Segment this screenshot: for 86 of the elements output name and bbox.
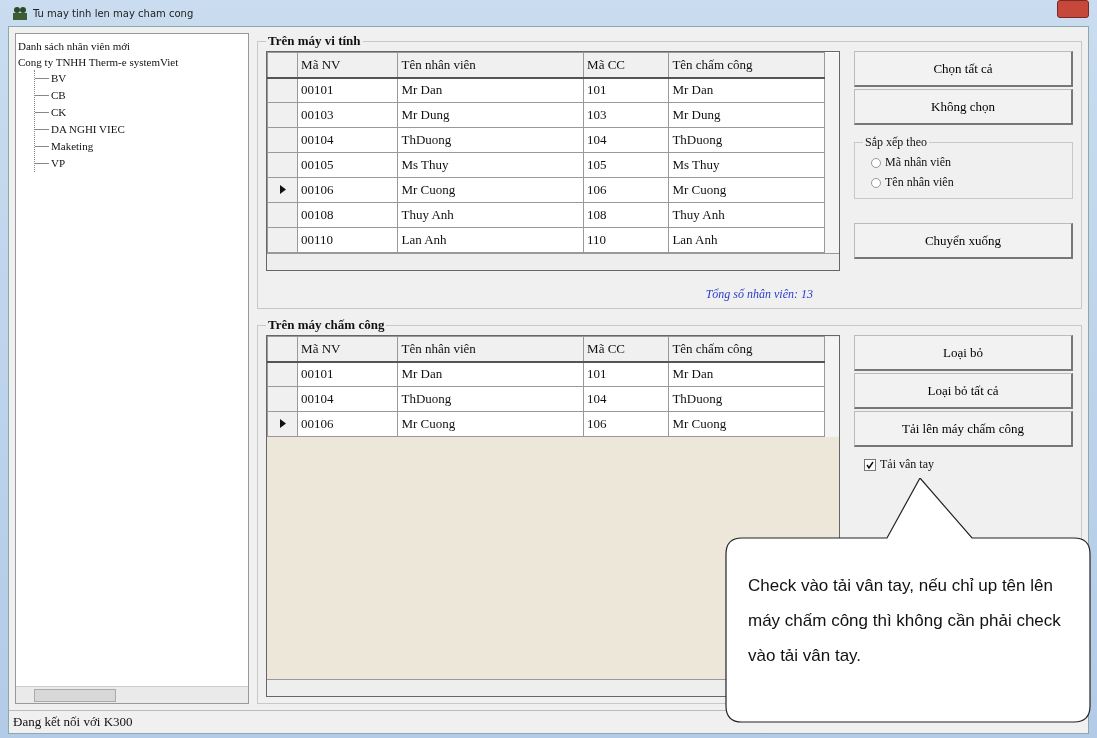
group-title: Sắp xếp theo xyxy=(864,135,928,150)
row-pointer-icon xyxy=(279,185,286,194)
tree-item[interactable]: Danh sách nhân viên mới xyxy=(18,38,246,54)
table-cell: 00101 xyxy=(297,77,398,103)
radio-label[interactable]: Mã nhân viên xyxy=(885,155,951,170)
table-cell: Mr Dan xyxy=(668,361,825,387)
table-cell: Ms Thuy xyxy=(397,152,584,178)
horizontal-scrollbar[interactable] xyxy=(16,686,248,703)
table-cell: Mr Cuong xyxy=(668,411,825,437)
table-cell: 104 xyxy=(583,127,669,153)
column-header[interactable]: Tên chấm công xyxy=(668,336,825,362)
table-cell: 00104 xyxy=(297,386,398,412)
people-icon xyxy=(12,6,28,20)
column-header[interactable]: Mã CC xyxy=(583,336,669,362)
callout-text: Check vào tải vân tay, nếu chỉ up tên lên máy chấm công thì không cần phải check vào tải vân tay. xyxy=(748,575,1062,667)
table-cell: 103 xyxy=(583,102,669,128)
table-cell: ThDuong xyxy=(397,127,584,153)
table-cell: 00103 xyxy=(297,102,398,128)
table-cell: 108 xyxy=(583,202,669,228)
table-cell: 00101 xyxy=(297,361,398,387)
row-header[interactable] xyxy=(267,411,298,437)
close-button[interactable] xyxy=(1057,0,1089,18)
header-cell xyxy=(267,52,298,78)
table-cell: Mr Dan xyxy=(397,361,584,387)
tree-item[interactable]: Cong ty TNHH Therm-e systemViet xyxy=(18,54,246,70)
table-cell: 101 xyxy=(583,361,669,387)
table-cell: Mr Dung xyxy=(668,102,825,128)
table-cell: ThDuong xyxy=(397,386,584,412)
column-header[interactable]: Tên chấm công xyxy=(668,52,825,78)
row-pointer-icon xyxy=(279,419,286,428)
table-cell: 00104 xyxy=(297,127,398,153)
column-header[interactable]: Tên nhân viên xyxy=(397,52,584,78)
action-button[interactable]: Tải lên máy chấm công xyxy=(854,411,1073,447)
table-cell: Lan Anh xyxy=(668,227,825,253)
tree-item[interactable]: Maketing xyxy=(51,138,94,155)
total-count: Tổng số nhân viên: 13 xyxy=(704,286,814,302)
radio-button[interactable] xyxy=(871,177,881,188)
table-cell: ThDuong xyxy=(668,127,825,153)
table-cell: Ms Thuy xyxy=(668,152,825,178)
table-cell: 00108 xyxy=(297,202,398,228)
tree-item[interactable]: CK xyxy=(51,104,67,121)
column-header[interactable]: Mã NV xyxy=(297,336,398,362)
table-cell: Mr Dung xyxy=(397,102,584,128)
window-title: Tu may tinh len may cham cong xyxy=(33,7,194,19)
header-cell xyxy=(267,336,298,362)
group-title: Trên máy vi tính xyxy=(267,33,362,49)
action-button[interactable]: Không chọn xyxy=(854,89,1073,125)
table-cell: 105 xyxy=(583,152,669,178)
row-header[interactable] xyxy=(267,361,298,387)
table-cell: Mr Dan xyxy=(397,77,584,103)
table-cell: Mr Cuong xyxy=(397,177,584,203)
column-header[interactable]: Tên nhân viên xyxy=(397,336,584,362)
row-header[interactable] xyxy=(267,177,298,203)
group-title: Trên máy chấm công xyxy=(267,317,386,333)
tree-item[interactable]: CB xyxy=(51,87,66,104)
column-header[interactable]: Mã CC xyxy=(583,52,669,78)
tree-item[interactable]: BV xyxy=(51,70,67,87)
action-button[interactable]: Loại bỏ xyxy=(854,335,1073,371)
action-button[interactable]: Loại bỏ tất cả xyxy=(854,373,1073,409)
action-button[interactable]: Chọn tất cả xyxy=(854,51,1073,87)
checkbox-label[interactable]: Tải vân tay xyxy=(880,457,934,472)
table-cell: Mr Cuong xyxy=(668,177,825,203)
table-cell: 00105 xyxy=(297,152,398,178)
checkbox[interactable] xyxy=(864,458,876,471)
radio-button[interactable] xyxy=(871,157,881,168)
tree-item[interactable]: VP xyxy=(51,155,66,172)
horizontal-scrollbar[interactable] xyxy=(267,253,839,270)
table-cell: 104 xyxy=(583,386,669,412)
table-cell: 00106 xyxy=(297,411,398,437)
table-cell: 106 xyxy=(583,177,669,203)
table-cell: 110 xyxy=(583,227,669,253)
radio-label[interactable]: Tên nhân viên xyxy=(885,175,954,190)
table-cell: Mr Dan xyxy=(668,77,825,103)
table-cell: Lan Anh xyxy=(397,227,584,253)
table-cell: 101 xyxy=(583,77,669,103)
row-header[interactable] xyxy=(267,77,298,103)
move-down-button[interactable]: Chuyển xuống xyxy=(854,223,1073,259)
table-cell: ThDuong xyxy=(668,386,825,412)
tree-item[interactable]: DA NGHI VIEC xyxy=(51,121,125,138)
table-cell: 106 xyxy=(583,411,669,437)
table-cell: 00106 xyxy=(297,177,398,203)
table-cell: Thuy Anh xyxy=(668,202,825,228)
table-cell: Mr Cuong xyxy=(397,411,584,437)
table-cell: 00110 xyxy=(297,227,398,253)
column-header[interactable]: Mã NV xyxy=(297,52,398,78)
table-cell: Thuy Anh xyxy=(397,202,584,228)
